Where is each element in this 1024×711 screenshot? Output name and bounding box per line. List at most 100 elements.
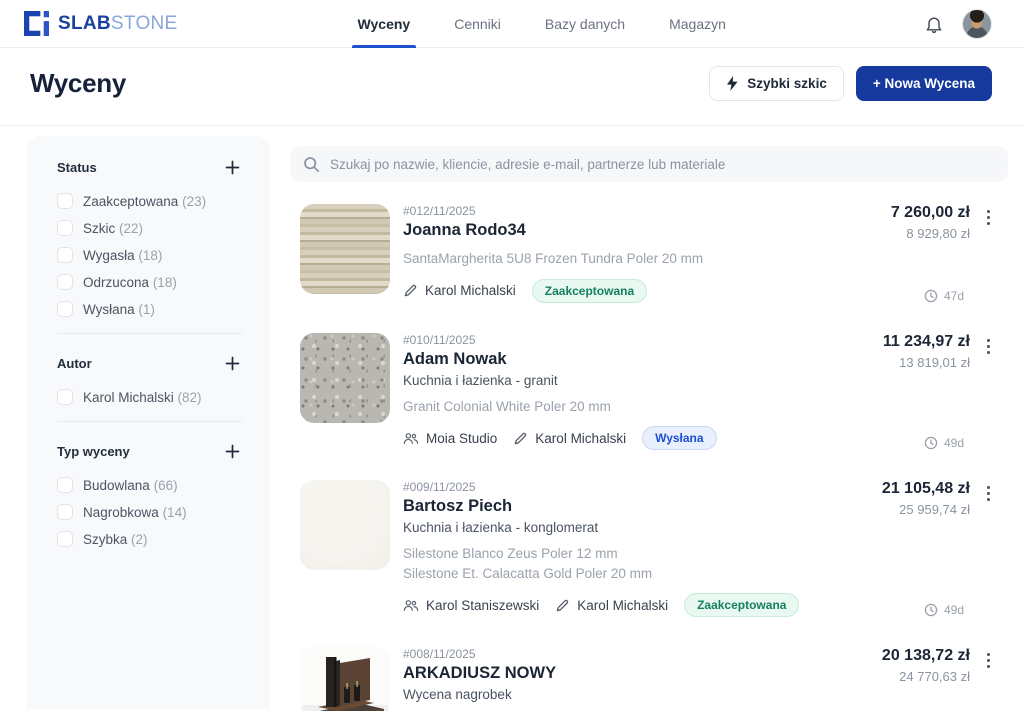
quote-prices: 21 105,48 zł 25 959,74 zł [882, 480, 970, 517]
quotes-list: #012/11/2025 Joanna Rodo34 SantaMargheri… [290, 204, 1008, 711]
brand-name-bold: SLAB [58, 13, 111, 34]
filter-option-budowlana[interactable]: Budowlana (66) [57, 477, 242, 493]
search-bar[interactable] [290, 146, 1008, 182]
checkbox[interactable] [57, 274, 73, 290]
filter-option-label: Szkic (22) [83, 221, 143, 236]
status-badge: Wysłana [642, 426, 716, 450]
filter-option-szkic[interactable]: Szkic (22) [57, 220, 242, 236]
quote-row[interactable]: #012/11/2025 Joanna Rodo34 SantaMargheri… [290, 204, 1008, 303]
filters-sidebar: Status Zaakceptowana (23) Szkic (22) Wyg… [27, 136, 270, 709]
quote-subtitle: Wycena nagrobek [403, 687, 868, 702]
filter-option-szybka[interactable]: Szybka (2) [57, 531, 242, 547]
checkbox[interactable] [57, 389, 73, 405]
brand-logo[interactable]: SLABSTONE [24, 11, 178, 36]
quote-info: #008/11/2025 ARKADIUSZ NOWY Wycena nagro… [403, 647, 868, 711]
nav-item-wyceny[interactable]: Wyceny [356, 0, 413, 48]
quote-materials: Silestone Blanco Zeus Poler 12 mm Silest… [403, 544, 868, 583]
checkbox[interactable] [57, 247, 73, 263]
filter-option-wyslana[interactable]: Wysłana (1) [57, 301, 242, 317]
nav-item-magazyn[interactable]: Magazyn [667, 0, 728, 48]
filter-label-text: Karol Michalski [83, 390, 174, 405]
filter-count: (14) [163, 505, 187, 520]
filter-option-nagrobkowa[interactable]: Nagrobkowa (14) [57, 504, 242, 520]
filter-option-karol-michalski[interactable]: Karol Michalski (82) [57, 389, 242, 405]
filter-label-text: Wysłana [83, 302, 135, 317]
quote-author: Karol Michalski [403, 283, 516, 298]
checkbox[interactable] [57, 220, 73, 236]
quote-thumbnail [300, 204, 390, 294]
quote-age: 49d [924, 436, 964, 450]
user-avatar[interactable] [962, 9, 992, 39]
quote-age-value: 49d [944, 436, 964, 450]
quick-draft-button[interactable]: Szybki szkic [709, 66, 844, 101]
type-filter-add-icon[interactable] [223, 442, 242, 461]
brand-name-light: STONE [111, 13, 178, 34]
author-filter-add-icon[interactable] [223, 354, 242, 373]
nav-item-cenniki[interactable]: Cenniki [452, 0, 503, 48]
quote-author: Karol Michalski [555, 598, 668, 613]
quote-thumbnail [300, 480, 390, 570]
notifications-bell-icon[interactable] [924, 14, 944, 34]
status-filter-title: Status [57, 160, 97, 175]
checkbox[interactable] [57, 301, 73, 317]
quote-materials: SantaMargherita 5U8 Frozen Tundra Poler … [403, 249, 877, 269]
quote-subtitle: Kuchnia i łazienka - granit [403, 373, 869, 388]
filter-count: (22) [119, 221, 143, 236]
checkbox[interactable] [57, 504, 73, 520]
price-row: 20 138,72 zł 24 770,63 zł [882, 647, 994, 684]
new-quote-button[interactable]: + Nowa Wycena [856, 66, 992, 101]
quote-row[interactable]: #009/11/2025 Bartosz Piech Kuchnia i łaz… [290, 480, 1008, 617]
search-input[interactable] [330, 157, 995, 172]
filter-option-wygasla[interactable]: Wygasła (18) [57, 247, 242, 263]
brand-name: SLABSTONE [58, 13, 178, 35]
price-gross: 21 105,48 zł [882, 480, 970, 498]
quote-partner-name: Karol Staniszewski [426, 598, 539, 613]
author-filter-title: Autor [57, 356, 92, 371]
partner-group-icon [403, 431, 419, 446]
kebab-menu-icon[interactable] [983, 207, 994, 228]
filter-option-label: Budowlana (66) [83, 478, 178, 493]
quote-right: 11 234,97 zł 13 819,01 zł 49d [883, 333, 994, 451]
filter-count: (23) [182, 194, 206, 209]
price-row: 7 260,00 zł 8 929,80 zł [891, 204, 994, 241]
status-filter-add-icon[interactable] [223, 158, 242, 177]
filter-label-text: Nagrobkowa [83, 505, 159, 520]
checkbox[interactable] [57, 531, 73, 547]
filter-option-label: Szybka (2) [83, 532, 148, 547]
filter-label-text: Szkic [83, 221, 115, 236]
material-line: Silestone Blanco Zeus Poler 12 mm [403, 544, 868, 564]
kebab-menu-icon[interactable] [983, 650, 994, 671]
quote-client-name: ARKADIUSZ NOWY [403, 664, 868, 683]
page-title: Wyceny [30, 68, 126, 99]
price-net: 13 819,01 zł [883, 355, 970, 370]
quote-id: #010/11/2025 [403, 333, 869, 347]
filter-label-text: Odrzucona [83, 275, 149, 290]
filter-option-zaakceptowana[interactable]: Zaakceptowana (23) [57, 193, 242, 209]
checkbox[interactable] [57, 477, 73, 493]
status-badge: Zaakceptowana [684, 593, 799, 617]
quote-thumbnail [300, 333, 390, 423]
filter-option-label: Wygasła (18) [83, 248, 162, 263]
quote-client-name: Bartosz Piech [403, 497, 868, 516]
nav-item-bazy-danych[interactable]: Bazy danych [543, 0, 627, 48]
checkbox[interactable] [57, 193, 73, 209]
quote-client-name: Adam Nowak [403, 350, 869, 369]
quote-row[interactable]: #010/11/2025 Adam Nowak Kuchnia i łazien… [290, 333, 1008, 451]
quote-prices: 20 138,72 zł 24 770,63 zł [882, 647, 970, 684]
clock-icon [924, 289, 938, 303]
quote-age-value: 47d [944, 289, 964, 303]
kebab-menu-icon[interactable] [983, 483, 994, 504]
lightning-bolt-icon [726, 76, 739, 91]
main-nav: Wyceny Cenniki Bazy danych Magazyn [356, 0, 728, 48]
quote-thumbnail [300, 647, 390, 711]
quote-info: #010/11/2025 Adam Nowak Kuchnia i łazien… [403, 333, 869, 451]
page-header: Wyceny Szybki szkic + Nowa Wycena [0, 48, 1024, 126]
quote-author-name: Karol Michalski [577, 598, 668, 613]
price-net: 24 770,63 zł [882, 669, 970, 684]
filter-option-odrzucona[interactable]: Odrzucona (18) [57, 274, 242, 290]
price-row: 11 234,97 zł 13 819,01 zł [883, 333, 994, 370]
kebab-menu-icon[interactable] [983, 336, 994, 357]
filter-label-text: Szybka [83, 532, 127, 547]
search-icon [303, 156, 320, 173]
quote-row[interactable]: #008/11/2025 ARKADIUSZ NOWY Wycena nagro… [290, 647, 1008, 711]
